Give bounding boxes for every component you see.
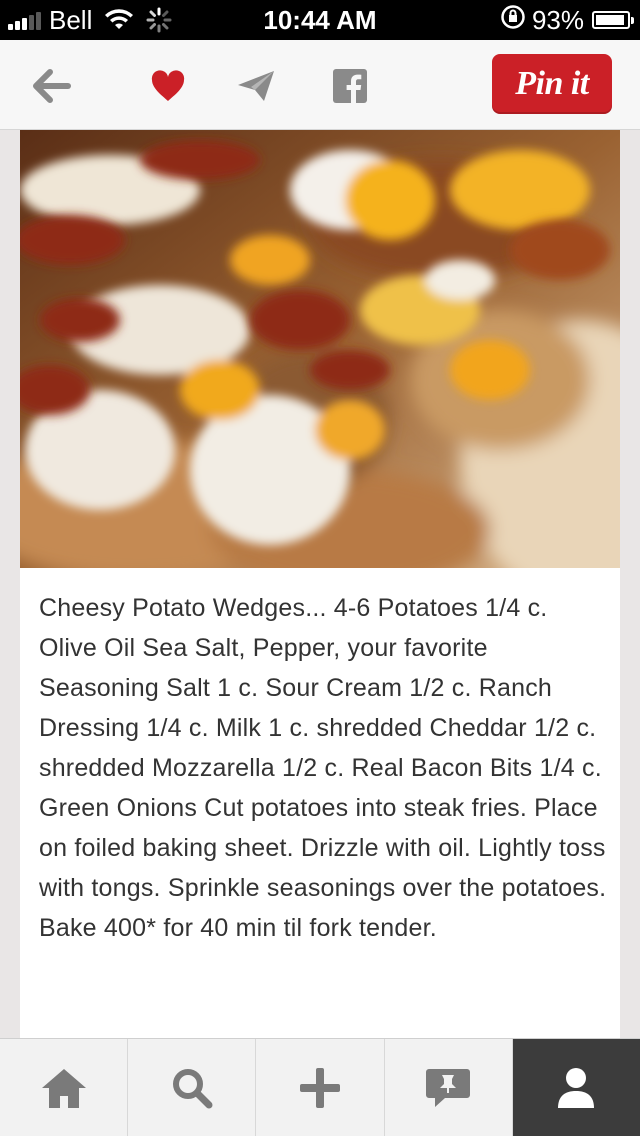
facebook-share-button[interactable] xyxy=(326,62,374,110)
heart-icon xyxy=(151,70,185,101)
tab-news[interactable] xyxy=(385,1039,513,1136)
pin-description: Cheesy Potato Wedges... 4-6 Potatoes 1/4… xyxy=(39,594,607,942)
search-icon xyxy=(172,1069,213,1109)
tab-add[interactable] xyxy=(256,1039,385,1136)
send-button[interactable] xyxy=(232,62,280,110)
facebook-icon xyxy=(333,69,367,103)
news-icon xyxy=(426,1069,471,1107)
like-button[interactable] xyxy=(144,62,192,110)
pin-it-button[interactable]: Pin it xyxy=(492,54,612,114)
food-photo xyxy=(20,130,620,568)
status-right: 93% xyxy=(500,4,634,37)
tab-bar xyxy=(0,1038,640,1136)
profile-icon xyxy=(558,1068,595,1108)
pin-card: Cheesy Potato Wedges... 4-6 Potatoes 1/4… xyxy=(20,130,620,1040)
battery-level xyxy=(596,15,624,25)
tab-home[interactable] xyxy=(0,1039,129,1136)
back-button[interactable] xyxy=(28,62,76,110)
pin-toolbar: Pin it xyxy=(0,40,640,130)
pin-image[interactable] xyxy=(20,130,620,568)
home-icon xyxy=(41,1069,86,1108)
plus-icon xyxy=(300,1068,340,1108)
rotation-lock-icon xyxy=(500,4,526,37)
back-arrow-icon xyxy=(33,69,71,103)
status-bar: Bell 10:44 AM 93% xyxy=(0,0,640,40)
battery-percent: 93% xyxy=(531,4,584,35)
tab-search[interactable] xyxy=(128,1039,257,1136)
tab-profile[interactable] xyxy=(512,1039,640,1136)
battery-icon xyxy=(592,11,634,29)
send-icon xyxy=(238,71,274,101)
